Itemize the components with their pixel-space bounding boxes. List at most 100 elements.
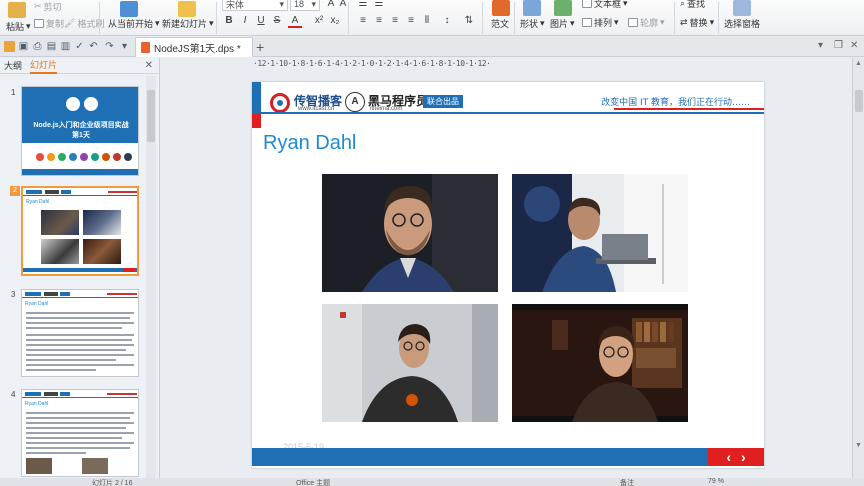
close-icon[interactable]: ✕	[145, 60, 153, 71]
align-right-icon[interactable]: ≡	[388, 15, 402, 26]
photo-standing[interactable]	[322, 304, 498, 422]
font-size-select[interactable]: 18 ▾	[290, 0, 320, 11]
template-button[interactable]: 范文	[491, 17, 509, 30]
chevron-down-icon: ▾	[311, 0, 316, 9]
ribbon-separator	[216, 2, 217, 34]
text-direction-icon[interactable]: ⇅	[462, 15, 476, 26]
ribbon-separator	[99, 2, 100, 34]
textbox-button[interactable]: 文本框 ▾	[582, 0, 628, 10]
slide-thumbnail-1[interactable]: Node.js入门和企业级项目实战 第1天	[21, 86, 139, 176]
find-button[interactable]: ⌕ 查找	[680, 0, 705, 10]
italic-icon[interactable]: I	[238, 15, 252, 26]
save-icon[interactable]: ▣	[18, 41, 29, 52]
close-icon[interactable]: ✕	[850, 40, 858, 51]
paste-button[interactable]: 粘贴 ▾	[6, 20, 31, 33]
vertical-scrollbar[interactable]: ▲ ▼	[852, 58, 864, 486]
align-center-icon[interactable]: ≡	[372, 15, 386, 26]
undo-icon[interactable]: ↶	[88, 41, 99, 52]
spell-check-icon[interactable]: ✓	[74, 41, 85, 52]
numbering-icon[interactable]: ☰	[372, 0, 386, 9]
thumbnail-title: Ryan Dahl	[26, 199, 50, 205]
superscript-icon[interactable]: x²	[312, 15, 326, 26]
thumbnail-footer	[23, 268, 137, 272]
chevron-down-icon: ▾	[614, 17, 619, 27]
photo-portrait-1[interactable]	[322, 174, 498, 292]
slide-thumbnail-3[interactable]: Ryan Dahl	[21, 289, 139, 377]
slide-thumbnail-4[interactable]: Ryan Dahl	[21, 389, 139, 477]
tab-document[interactable]: NodeJS第1天.dps *	[135, 37, 253, 57]
template-icon[interactable]	[492, 0, 510, 16]
bold-icon[interactable]: B	[222, 15, 236, 26]
chevron-left-icon[interactable]: ‹	[726, 449, 731, 465]
panel-tabs: 大纲 幻灯片	[0, 58, 159, 74]
photo-bookshelf[interactable]	[512, 304, 688, 422]
customize-icon[interactable]: ▾	[119, 41, 130, 52]
print-icon[interactable]: ⎙	[32, 41, 43, 52]
from-current-button[interactable]: 从当前开始 ▾	[108, 17, 160, 30]
arrange-icon	[582, 18, 592, 27]
scrollbar-thumb[interactable]	[147, 90, 155, 142]
print-preview-icon[interactable]: ▤	[46, 41, 57, 52]
new-slide-icon[interactable]	[178, 1, 196, 17]
ribbon-separator	[718, 2, 719, 34]
thumbnail-title: Node.js入门和企业级项目实战 第1天	[22, 121, 138, 141]
tab-slides[interactable]: 幻灯片	[30, 58, 58, 74]
slide-title[interactable]: Ryan Dahl	[263, 132, 356, 155]
select-pane-button[interactable]: 选择窗格	[724, 17, 760, 30]
scroll-up-icon[interactable]: ▲	[855, 60, 862, 67]
replace-button[interactable]: ⇄ 替换 ▾	[680, 16, 714, 29]
font-color-icon[interactable]: A	[288, 15, 302, 28]
photo-at-laptop[interactable]	[512, 174, 688, 292]
copy-button[interactable]: 复制	[34, 17, 64, 30]
subscript-icon[interactable]: x₂	[328, 15, 342, 26]
line-spacing-icon[interactable]: ↕	[440, 15, 454, 26]
strikethrough-icon[interactable]: S	[270, 15, 284, 26]
shape-icon[interactable]	[523, 0, 541, 16]
scrollbar-thumb[interactable]	[855, 90, 863, 112]
font-name-select[interactable]: 宋体 ▾	[222, 0, 288, 11]
underline-icon[interactable]: U	[254, 15, 268, 26]
chevron-right-icon[interactable]: ›	[741, 449, 746, 465]
slide-canvas[interactable]: 传智播客 www.itcast.cn A 黑马程序员 itheima.com 联…	[252, 82, 764, 468]
find-label: 查找	[687, 0, 706, 9]
arrange-button[interactable]: 排列 ▾	[582, 16, 619, 29]
picture-button[interactable]: 图片 ▾	[550, 17, 575, 30]
notes-button[interactable]: 备注	[620, 478, 634, 486]
redo-icon[interactable]: ↷	[104, 41, 115, 52]
scroll-down-icon[interactable]: ▼	[855, 442, 862, 449]
restore-icon[interactable]: ❐	[834, 40, 843, 51]
chevron-down-icon: ▾	[570, 18, 575, 28]
thumbnail-photo	[83, 210, 121, 235]
thumbnail-header	[22, 390, 138, 398]
replace-icon: ⇄	[680, 17, 688, 27]
folder-icon[interactable]	[4, 41, 15, 52]
align-left-icon[interactable]: ≡	[356, 15, 370, 26]
chevron-down-icon: ▾	[623, 0, 628, 8]
panel-scrollbar[interactable]	[146, 76, 156, 486]
new-slide-button[interactable]: 新建幻灯片 ▾	[162, 17, 214, 30]
cut-button[interactable]: ✂ 剪切	[34, 0, 62, 13]
paste-icon[interactable]	[8, 2, 26, 18]
picture-icon[interactable]	[554, 0, 572, 16]
tab-outline[interactable]: 大纲	[4, 59, 22, 72]
outline-button[interactable]: 轮廓 ▾	[628, 16, 665, 29]
minimize-icon[interactable]: ▾	[818, 40, 823, 51]
columns-icon[interactable]: ⫴	[420, 15, 434, 26]
thumbnail-photo	[26, 458, 52, 474]
slideshow-icon[interactable]	[120, 1, 138, 17]
thumbnail-header	[23, 188, 137, 196]
new-tab-icon[interactable]: +	[256, 39, 264, 55]
slide-thumbnail-2[interactable]: Ryan Dahl	[21, 186, 139, 276]
select-pane-icon[interactable]	[733, 0, 751, 16]
slide-number: 3	[11, 290, 16, 299]
bullets-icon[interactable]: ☰	[356, 0, 370, 9]
from-current-label: 从当前开始	[108, 19, 154, 29]
zoom-level[interactable]: 79 %	[708, 478, 724, 485]
slogan: 改变中国 IT 教育，我们正在行动……	[601, 98, 750, 108]
shape-button[interactable]: 形状 ▾	[520, 17, 545, 30]
export-pdf-icon[interactable]: ▥	[60, 41, 71, 52]
justify-icon[interactable]: ≡	[404, 15, 418, 26]
chevron-down-icon: ▾	[279, 0, 284, 9]
slide-number: 1	[11, 88, 16, 97]
chevron-down-icon: ▾	[660, 17, 665, 27]
